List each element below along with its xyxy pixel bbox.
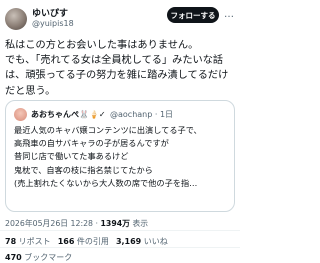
bookmarks-count: 470 <box>5 253 22 262</box>
likes-label: いいね <box>141 237 168 246</box>
author-handle[interactable]: @yuipis18 <box>32 19 74 28</box>
quoted-display-name: あおちゃんぺ🐰🍦✓ <box>31 110 106 119</box>
retweets-stat[interactable]: 78 リポスト <box>5 237 51 246</box>
quotes-stat[interactable]: 166 件の引用 <box>58 237 109 246</box>
tweet-text: 私はこの方とお会いした事はありません。 でも、「売れてる女は全員枕してる」みたい… <box>5 40 229 97</box>
quotes-count: 166 <box>57 237 75 246</box>
quoted-text: 最近人気のキャバ嬢コンテンツに出演してる子で、 高飛車の自サバキャラの子が居るん… <box>14 125 202 188</box>
tweet-header: ゆいぴす @yuipis18 フォローする … <box>5 6 235 30</box>
quoted-tweet[interactable]: あおちゃんぺ🐰🍦✓ @aochanp · 1日 最近人気のキャバ嬢コンテンツに出… <box>5 100 235 212</box>
tweet-datetime[interactable]: 2026年05月26日 12:28 <box>5 219 93 228</box>
author-display-name[interactable]: ゆいぴす <box>32 6 68 19</box>
quoted-handle-time: @aochanp · 1日 <box>110 110 174 119</box>
views-count: 1394万 <box>100 219 130 228</box>
more-options-icon[interactable]: … <box>223 8 235 22</box>
follow-button[interactable]: フォローする <box>167 7 219 23</box>
bookmarks-label: ブックマーク <box>21 253 73 262</box>
quoted-avatar <box>14 108 27 121</box>
divider <box>0 247 240 248</box>
retweets-count: 78 <box>5 237 17 246</box>
divider <box>0 230 240 231</box>
likes-count: 3,169 <box>115 237 142 246</box>
avatar[interactable] <box>5 8 27 30</box>
views-label: 表示 <box>129 219 149 228</box>
tweet-meta: 2026年05月26日 12:28 · 1394万 表示 <box>5 218 148 229</box>
likes-stat[interactable]: 3,169 いいね <box>116 237 168 246</box>
bookmark-stats[interactable]: 470 ブックマーク <box>5 252 72 263</box>
retweets-label: リポスト <box>16 237 51 246</box>
engagement-stats: 78 リポスト 166 件の引用 3,169 いいね <box>5 236 168 247</box>
quotes-label: 件の引用 <box>74 237 109 246</box>
